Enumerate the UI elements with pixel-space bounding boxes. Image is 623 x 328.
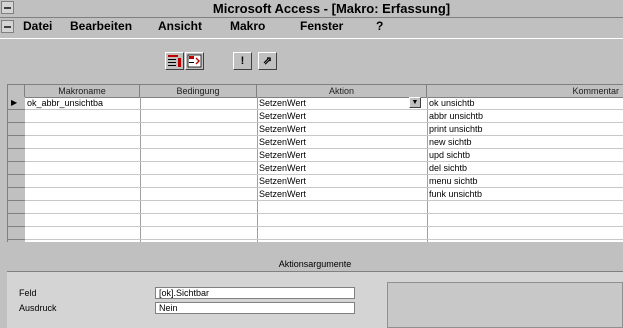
cell-bedingung[interactable] (140, 162, 257, 174)
action-arguments-body: Feld [ok].Sichtbar Ausdruck Nein (7, 272, 623, 328)
title-bar: Microsoft Access - [Makro: Erfassung] (0, 0, 623, 18)
row-selector[interactable] (8, 227, 25, 240)
row-selector[interactable] (8, 162, 25, 175)
row-selector[interactable] (8, 136, 25, 149)
cell-kommentar[interactable]: abbr unsichtb (427, 110, 623, 122)
run-icon[interactable]: ! (233, 52, 252, 70)
cell-aktion[interactable]: SetzenWert (257, 136, 427, 148)
header-selector (8, 85, 25, 97)
cell-kommentar[interactable]: funk unsichtb (427, 188, 623, 200)
action-arguments-title: Aktionsargumente (7, 258, 623, 272)
cell-makroname[interactable] (25, 162, 140, 174)
cell-aktion-value: SetzenWert (259, 98, 306, 108)
cell-makroname[interactable] (25, 188, 140, 200)
feld-label: Feld (19, 288, 37, 298)
table-row[interactable]: SetzenWert del sichtb (25, 162, 623, 175)
menu-bearbeiten[interactable]: Bearbeiten (70, 19, 132, 33)
cell-kommentar[interactable]: new sichtb (427, 136, 623, 148)
cell-makroname[interactable] (25, 136, 140, 148)
row-selector-column: ▶ (8, 97, 25, 242)
cell-bedingung[interactable] (140, 97, 257, 109)
table-row[interactable]: SetzenWert menu sichtb (25, 175, 623, 188)
row-selector[interactable] (8, 214, 25, 227)
single-step-icon[interactable]: ⇗ (258, 52, 277, 70)
menu-help[interactable]: ? (376, 19, 383, 33)
chevron-down-icon[interactable]: ▼ (409, 97, 421, 108)
row-selector[interactable] (8, 188, 25, 201)
window-title: Microsoft Access - [Makro: Erfassung] (212, 1, 451, 16)
cell-bedingung[interactable] (140, 188, 257, 200)
header-makroname: Makroname (25, 85, 140, 97)
document-menu-icon[interactable] (1, 20, 14, 33)
header-bedingung: Bedingung (140, 85, 257, 97)
cell-aktion[interactable]: SetzenWert (257, 188, 427, 200)
cell-bedingung[interactable] (140, 123, 257, 135)
conditions-icon[interactable] (185, 52, 204, 70)
cell-kommentar[interactable]: upd sichtb (427, 149, 623, 161)
cell-makroname[interactable] (25, 149, 140, 161)
ausdruck-field[interactable]: Nein (155, 302, 355, 314)
menu-fenster[interactable]: Fenster (300, 19, 343, 33)
toolbar: ! ⇗ (0, 38, 623, 84)
cell-aktion[interactable]: SetzenWert (257, 175, 427, 187)
menu-makro[interactable]: Makro (230, 19, 265, 33)
current-row-icon: ▶ (11, 98, 18, 107)
cell-kommentar[interactable]: print unsichtb (427, 123, 623, 135)
row-selector[interactable] (8, 149, 25, 162)
table-row[interactable]: SetzenWert upd sichtb (25, 149, 623, 162)
action-arguments-panel: Aktionsargumente Feld [ok].Sichtbar Ausd… (7, 258, 623, 328)
row-selector[interactable]: ▶ (8, 97, 25, 110)
cell-aktion[interactable]: SetzenWert (257, 149, 427, 161)
table-row[interactable] (25, 227, 623, 240)
row-selector[interactable] (8, 201, 25, 214)
run-glyph: ! (240, 55, 245, 67)
cell-aktion[interactable]: SetzenWert ▼ (257, 97, 427, 109)
cell-aktion[interactable]: SetzenWert (257, 110, 427, 122)
row-selector[interactable] (8, 110, 25, 123)
cell-makroname[interactable]: ok_abbr_unsichtba (25, 97, 140, 109)
cell-makroname[interactable] (25, 110, 140, 122)
cell-bedingung[interactable] (140, 149, 257, 161)
cell-kommentar[interactable]: menu sichtb (427, 175, 623, 187)
header-aktion: Aktion (257, 85, 427, 97)
macro-names-icon[interactable] (165, 52, 184, 70)
table-row[interactable] (25, 201, 623, 214)
table-row[interactable]: SetzenWert new sichtb (25, 136, 623, 149)
table-row[interactable]: SetzenWert funk unsichtb (25, 188, 623, 201)
header-kommentar: Kommentar (427, 85, 623, 97)
menu-bar: Datei Bearbeiten Ansicht Makro Fenster ? (0, 18, 623, 35)
cell-aktion[interactable]: SetzenWert (257, 162, 427, 174)
argument-help-box (387, 282, 623, 328)
cell-aktion[interactable]: SetzenWert (257, 123, 427, 135)
row-selector[interactable] (8, 175, 25, 188)
cell-kommentar[interactable]: del sichtb (427, 162, 623, 174)
cell-makroname[interactable] (25, 175, 140, 187)
table-row[interactable] (25, 214, 623, 227)
menu-datei[interactable]: Datei (23, 19, 52, 33)
step-glyph: ⇗ (262, 55, 273, 67)
macro-grid: Makroname Bedingung Aktion Kommentar ▶ o… (7, 84, 623, 242)
cell-makroname[interactable] (25, 123, 140, 135)
cell-bedingung[interactable] (140, 110, 257, 122)
cell-bedingung[interactable] (140, 175, 257, 187)
table-row[interactable]: ok_abbr_unsichtba SetzenWert ▼ ok unsich… (25, 97, 623, 110)
row-selector[interactable] (8, 123, 25, 136)
cell-bedingung[interactable] (140, 136, 257, 148)
table-row[interactable]: SetzenWert abbr unsichtb (25, 110, 623, 123)
cell-kommentar[interactable]: ok unsichtb (427, 97, 623, 109)
feld-field[interactable]: [ok].Sichtbar (155, 287, 355, 299)
table-row[interactable]: SetzenWert print unsichtb (25, 123, 623, 136)
ausdruck-label: Ausdruck (19, 303, 57, 313)
menu-ansicht[interactable]: Ansicht (158, 19, 202, 33)
